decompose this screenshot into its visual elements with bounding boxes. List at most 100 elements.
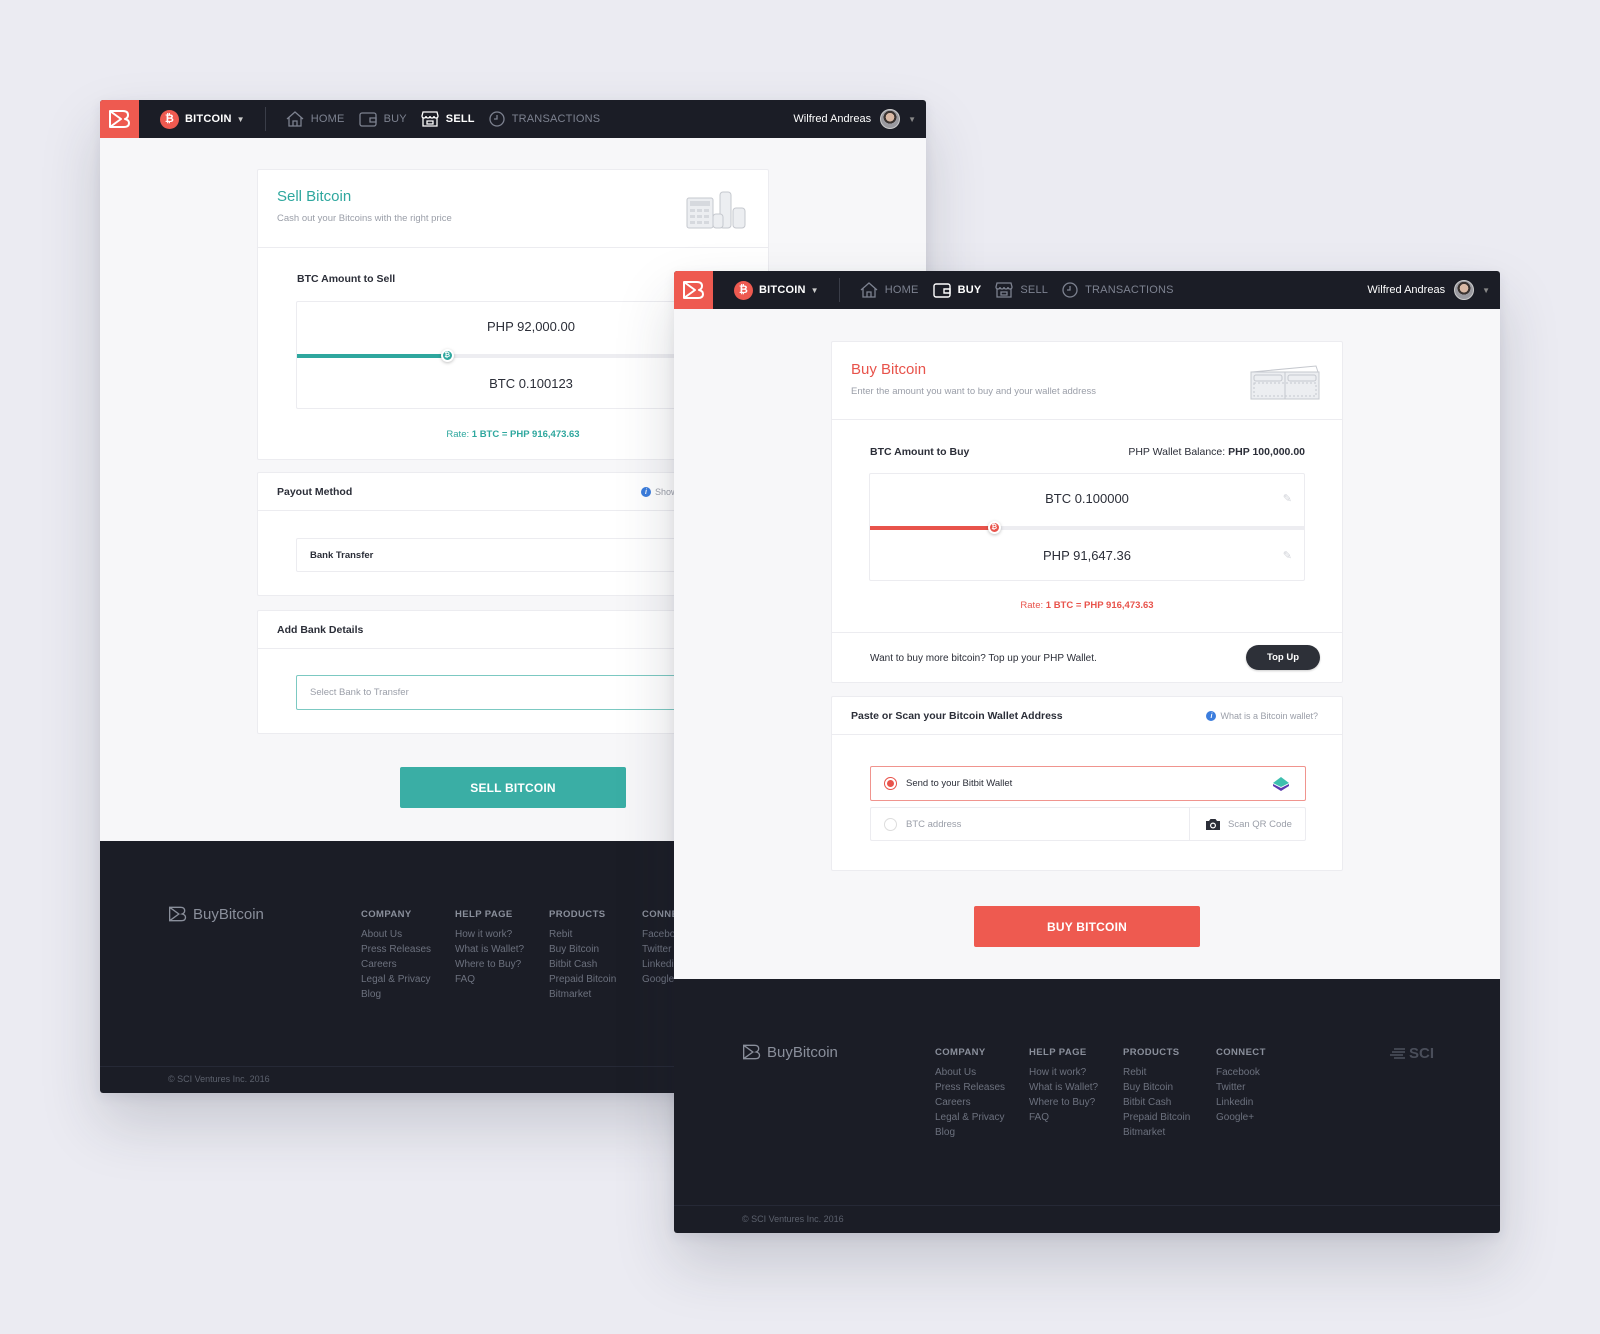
nav-sell[interactable]: SELL <box>421 111 475 127</box>
footer-link[interactable]: Rebit <box>549 927 616 942</box>
sell-bitcoin-button[interactable]: SELL BITCOIN <box>400 767 626 808</box>
nav-buy[interactable]: BUY <box>932 282 982 298</box>
footer-link[interactable]: How it work? <box>455 927 524 942</box>
coin-selector[interactable]: ₿ BITCOIN ▼ <box>160 109 245 129</box>
footer-link[interactable]: Buy Bitcoin <box>1123 1080 1190 1095</box>
footer-link[interactable]: About Us <box>935 1065 1005 1080</box>
footer-link[interactable]: What is Wallet? <box>1029 1080 1098 1095</box>
user-name: Wilfred Andreas <box>1367 284 1446 296</box>
btc-address-input[interactable]: BTC address <box>870 807 1190 841</box>
user-menu[interactable]: Wilfred Andreas ▼ <box>1367 271 1490 309</box>
brand-logo[interactable] <box>674 271 713 309</box>
edit-icon[interactable]: ✎ <box>1283 549 1292 562</box>
footer-link[interactable]: Bitmarket <box>549 987 616 1002</box>
footer-link[interactable]: Bitbit Cash <box>549 957 616 972</box>
footer-link[interactable]: Careers <box>361 957 431 972</box>
wallet-balance-label: PHP Wallet Balance: <box>1128 446 1226 458</box>
php-amount-input[interactable]: PHP 91,647.36 <box>870 548 1304 563</box>
slider-handle[interactable]: ₿ <box>987 521 1001 534</box>
footer-heading: PRODUCTS <box>549 909 606 920</box>
footer-link[interactable]: FAQ <box>455 972 524 987</box>
payout-help-link[interactable]: i Show <box>641 487 678 497</box>
edit-icon[interactable]: ✎ <box>1283 492 1292 505</box>
wallet-help-text[interactable]: What is a Bitcoin wallet? <box>1220 711 1318 721</box>
nav-sell[interactable]: SELL <box>995 282 1048 298</box>
coin-selector[interactable]: ₿ BITCOIN ▼ <box>734 280 819 300</box>
store-icon <box>421 111 439 127</box>
footer-link[interactable]: Linkedin <box>1216 1095 1266 1110</box>
footer-link[interactable]: How it work? <box>1029 1065 1098 1080</box>
footer-link[interactable]: Where to Buy? <box>1029 1095 1098 1110</box>
topup-prompt: Want to buy more bitcoin? Top up your PH… <box>870 653 1097 664</box>
btc-address-placeholder: BTC address <box>906 818 962 830</box>
nav-home-label: HOME <box>884 284 919 296</box>
radio-selected[interactable] <box>884 777 897 790</box>
nav-transactions[interactable]: TRANSACTIONS <box>1062 282 1174 298</box>
slider-fill <box>297 354 447 358</box>
footer-link[interactable]: Rebit <box>1123 1065 1190 1080</box>
top-nav: ₿ BITCOIN ▼ HOME BUY SELL TRANSACTIONS W… <box>100 100 926 138</box>
wallet-icon <box>932 283 951 298</box>
home-icon <box>860 282 878 298</box>
footer-link[interactable]: Bitbit Cash <box>1123 1095 1190 1110</box>
wallet-icon <box>358 112 377 127</box>
wallet-balance-value: PHP 100,000.00 <box>1228 446 1305 458</box>
nav-transactions-label: TRANSACTIONS <box>511 113 601 125</box>
user-menu[interactable]: Wilfred Andreas ▼ <box>793 100 916 138</box>
chevron-down-icon: ▼ <box>236 114 245 124</box>
footer-link[interactable]: Facebook <box>1216 1065 1266 1080</box>
coin-label: BITCOIN <box>185 113 232 125</box>
footer-link[interactable]: Twitter <box>1216 1080 1266 1095</box>
nav-home-label: HOME <box>310 113 345 125</box>
footer-link[interactable]: Press Releases <box>361 942 431 957</box>
bitbit-logo-icon <box>1273 777 1289 791</box>
footer-heading: CONNECT <box>1216 1047 1266 1058</box>
radio-unselected[interactable] <box>884 817 897 831</box>
footer-link[interactable]: Blog <box>361 987 431 1002</box>
footer-link[interactable]: Press Releases <box>935 1080 1005 1095</box>
option-bitbit-wallet[interactable]: Send to your Bitbit Wallet <box>870 766 1306 801</box>
footer-col-help: HELP PAGE How it work? What is Wallet? W… <box>1029 1045 1098 1125</box>
wallet-balance: PHP Wallet Balance: PHP 100,000.00 <box>1128 446 1305 458</box>
footer-link[interactable]: Where to Buy? <box>455 957 524 972</box>
footer-link[interactable]: Prepaid Bitcoin <box>549 972 616 987</box>
coin-label: BITCOIN <box>759 284 806 296</box>
payout-title: Payout Method <box>277 486 353 498</box>
top-up-button[interactable]: Top Up <box>1246 645 1320 670</box>
footer-link[interactable]: About Us <box>361 927 431 942</box>
footer-link[interactable]: Legal & Privacy <box>361 972 431 987</box>
buy-amount-slider[interactable]: ₿ <box>870 521 1304 534</box>
footer-logo[interactable]: BuyBitcoin <box>168 905 264 923</box>
bitcoin-icon: ₿ <box>734 280 753 300</box>
footer-link[interactable]: Blog <box>935 1125 1005 1140</box>
footer-heading: COMPANY <box>361 909 412 920</box>
payout-method-value: Bank Transfer <box>310 549 374 561</box>
buy-bitcoin-button[interactable]: BUY BITCOIN <box>974 906 1200 947</box>
rate-value: 1 BTC = PHP 916,473.63 <box>1045 600 1154 611</box>
nav-home[interactable]: HOME <box>286 111 345 127</box>
btc-amount-input[interactable]: BTC 0.100000 <box>870 491 1304 506</box>
footer-link[interactable]: FAQ <box>1029 1110 1098 1125</box>
nav-home[interactable]: HOME <box>860 282 919 298</box>
footer-link[interactable]: Legal & Privacy <box>935 1110 1005 1125</box>
bitcoin-icon: ₿ <box>160 109 179 129</box>
brand-logo[interactable] <box>100 100 139 138</box>
footer-link[interactable]: Prepaid Bitcoin <box>1123 1110 1190 1125</box>
buy-window: ₿ BITCOIN ▼ HOME BUY SELL TRANSACTIONS W… <box>674 271 1500 1233</box>
wallet-help-link[interactable]: i What is a Bitcoin wallet? <box>1206 711 1318 721</box>
footer-link[interactable]: Google+ <box>1216 1110 1266 1125</box>
store-icon <box>995 282 1014 298</box>
footer-link[interactable]: Buy Bitcoin <box>549 942 616 957</box>
footer-logo[interactable]: BuyBitcoin <box>742 1043 838 1061</box>
footer-logo-text: BuyBitcoin <box>193 905 264 923</box>
footer-logo-text: BuyBitcoin <box>767 1043 838 1061</box>
slider-handle[interactable]: ₿ <box>440 349 454 362</box>
footer-col-connect: CONNECT Facebook Twitter Linkedin Google… <box>1216 1045 1266 1125</box>
nav-buy[interactable]: BUY <box>358 111 407 127</box>
bank-select-placeholder: Select Bank to Transfer <box>310 687 409 698</box>
nav-transactions[interactable]: TRANSACTIONS <box>489 111 601 127</box>
scan-qr-button[interactable]: Scan QR Code <box>1189 807 1306 841</box>
footer-link[interactable]: Bitmarket <box>1123 1125 1190 1140</box>
footer-link[interactable]: Careers <box>935 1095 1005 1110</box>
footer-link[interactable]: What is Wallet? <box>455 942 524 957</box>
